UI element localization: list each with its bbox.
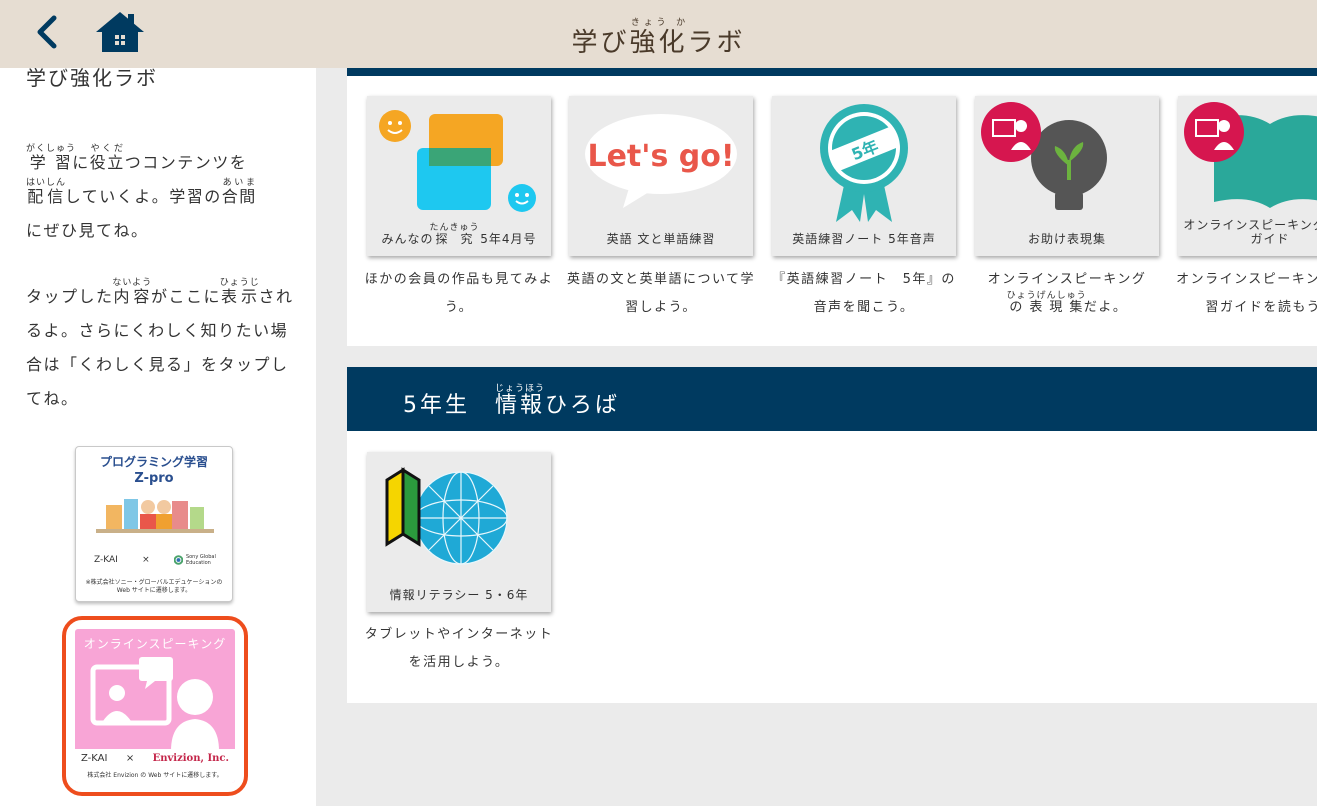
sidebar-help-text: タップした内容ないようがここに表示ひょうじされるよ。さらにくわしく知りたい場合は… — [26, 278, 294, 408]
highlight-frame: オンラインスピーキング Z-KAI × Envizion, Inc. 株式会社 … — [62, 616, 248, 796]
page-title: 学び強化きょう かラボ — [571, 18, 746, 58]
open-book-icon — [1184, 102, 1317, 208]
sidebar-intro-text: 学習がくしゅうに役立やくだつコンテンツを 配信はいしんしていくよ。学習の合間あいま… — [26, 144, 257, 240]
card-label: 情報リテラシー 5・6年 — [389, 588, 529, 602]
card-info-literacy[interactable]: 情報リテラシー 5・6年 — [367, 452, 551, 612]
online-speaking-banner[interactable]: オンラインスピーキング Z-KAI × Envizion, Inc. 株式会社 … — [75, 629, 235, 783]
online-speaking-icon — [90, 657, 219, 751]
programming-zpro-banner[interactable]: プログラミング学習 Z-pro Z-KAI × Sony Global Educ… — [75, 446, 233, 602]
content-panel-info: 5年生 情報じょうほうひろば 情報リテラシー 5・6年 タブレットやインターネッ… — [347, 367, 1317, 703]
card-help-expressions[interactable]: お助け表現集 — [975, 96, 1159, 256]
banner-subtitle: Z-pro — [134, 471, 174, 486]
card-speaking-guide[interactable]: オンラインスピーキング 学習ガイド — [1178, 96, 1317, 256]
card-description: 英語の文と英単語について学習しよう。 — [566, 272, 756, 315]
banner-note: ※株式会社ソニー・グローバルエデュケーションの Web サイトに遷移します。 — [85, 579, 223, 594]
lets-go-bubble-icon: Let's go! — [585, 114, 737, 208]
card-minna-tankyu[interactable]: みんなの探究たんきゅう 5年4月号 — [367, 96, 551, 256]
svg-text:Let's go!: Let's go! — [587, 139, 734, 174]
card-english-notebook-audio[interactable]: 5年 英語練習ノート 5年音声 — [772, 96, 956, 256]
section-title: 5年生 情報じょうほうひろば — [347, 367, 1317, 431]
banner-footer: Z-KAI × Envizion, Inc. 株式会社 Envizion の W… — [75, 749, 235, 783]
content-panel-top: みんなの探究たんきゅう 5年4月号 ほかの会員の作品も見てみよう。 Let's … — [347, 68, 1317, 346]
card-description: 『英語練習ノート 5年』の音声を聞こう。 — [772, 272, 956, 315]
card-label: お助け表現集 — [1027, 232, 1106, 246]
sidebar-title: 学び強化ラボ — [26, 68, 158, 90]
banner-logos: Z-KAI × Sony Global Education — [94, 545, 222, 575]
card-label: オンラインスピーキング 学習ガイド — [1178, 216, 1317, 246]
card-label: 英語練習ノート 5年音声 — [792, 232, 936, 246]
banner-title: プログラミング学習 — [99, 455, 208, 469]
card-english-sentences[interactable]: Let's go! 英語 文と単語練習 — [569, 96, 753, 256]
town-illustration-icon — [96, 499, 214, 533]
banner-title: オンラインスピーキング — [83, 637, 227, 651]
card-label: 英語 文と単語練習 — [606, 232, 716, 246]
card-label: みんなの探究たんきゅう 5年4月号 — [381, 223, 537, 246]
globe-beginner-icon — [385, 467, 508, 565]
sidebar-gutter — [316, 68, 346, 806]
section-header-edge — [347, 68, 1317, 76]
card-description: オンラインスピーキング の表現集ひょうげんしゅうだよ。 — [987, 272, 1147, 315]
sony-logo-icon: Sony Global Education — [173, 553, 222, 567]
sidebar: 学び強化ラボ 学習がくしゅうに役立やくだつコンテンツを 配信はいしんしていくよ。学… — [0, 68, 316, 806]
card-description: タブレットやインターネットを活用しよう。 — [364, 627, 554, 670]
lightbulb-icon — [981, 102, 1107, 210]
ribbon-badge-icon: 5年 — [820, 104, 908, 222]
app-header: 学び強化きょう かラボ — [0, 0, 1317, 68]
chat-bubbles-icon — [379, 110, 536, 212]
card-description: ほかの会員の作品も見てみよう。 — [364, 272, 554, 315]
card-description: オンラインスピーキングの学習ガイドを読もう。 — [1176, 272, 1317, 315]
